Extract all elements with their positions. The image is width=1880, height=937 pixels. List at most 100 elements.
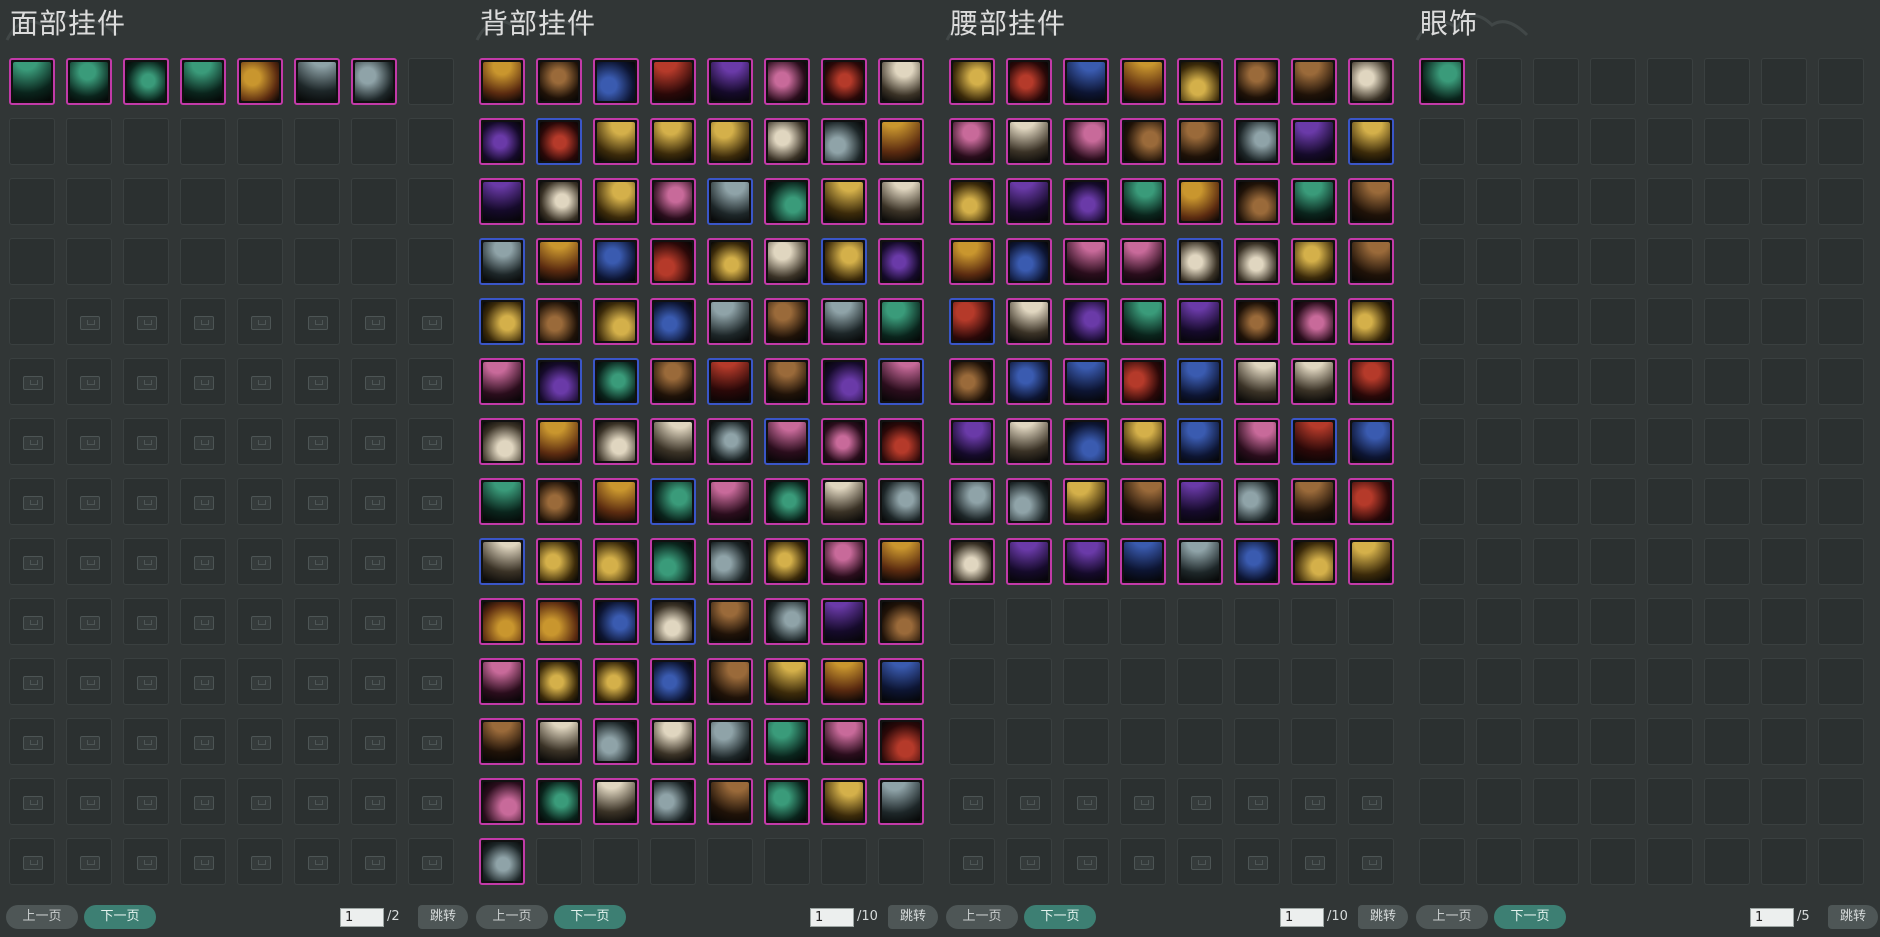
item-slot[interactable] — [1348, 298, 1394, 345]
empty-slot[interactable] — [1647, 478, 1693, 525]
prev-page-button[interactable]: 上一页 — [946, 905, 1018, 929]
empty-slot[interactable] — [1761, 358, 1807, 405]
empty-slot[interactable] — [1761, 778, 1807, 825]
item-slot[interactable] — [707, 58, 753, 105]
item-slot[interactable] — [1419, 58, 1465, 105]
item-slot[interactable] — [821, 778, 867, 825]
empty-slot[interactable] — [9, 238, 55, 285]
empty-slot[interactable] — [408, 178, 454, 225]
empty-slot[interactable] — [1419, 298, 1465, 345]
item-slot[interactable] — [1234, 298, 1280, 345]
item-slot[interactable] — [1234, 58, 1280, 105]
item-slot[interactable] — [180, 58, 226, 105]
item-slot[interactable] — [878, 238, 924, 285]
item-slot[interactable] — [536, 178, 582, 225]
item-slot[interactable] — [1006, 58, 1052, 105]
empty-slot[interactable] — [180, 238, 226, 285]
empty-slot[interactable] — [1348, 598, 1394, 645]
empty-slot[interactable] — [1704, 478, 1750, 525]
empty-slot[interactable] — [1476, 178, 1522, 225]
empty-slot[interactable] — [1476, 478, 1522, 525]
empty-slot[interactable] — [351, 118, 397, 165]
item-slot[interactable] — [764, 178, 810, 225]
empty-slot[interactable] — [1761, 58, 1807, 105]
empty-slot[interactable] — [1590, 598, 1636, 645]
item-slot[interactable] — [123, 58, 169, 105]
item-slot[interactable] — [593, 298, 639, 345]
item-slot[interactable] — [1177, 58, 1223, 105]
item-slot[interactable] — [1348, 418, 1394, 465]
empty-slot[interactable] — [1419, 538, 1465, 585]
empty-slot[interactable] — [1590, 778, 1636, 825]
empty-slot[interactable] — [1348, 718, 1394, 765]
empty-slot[interactable] — [1419, 358, 1465, 405]
item-slot[interactable] — [1063, 118, 1109, 165]
empty-slot[interactable] — [237, 118, 283, 165]
item-slot[interactable] — [707, 178, 753, 225]
empty-slot[interactable] — [1419, 418, 1465, 465]
item-slot[interactable] — [878, 658, 924, 705]
next-page-button[interactable]: 下一页 — [554, 905, 626, 929]
item-slot[interactable] — [878, 478, 924, 525]
item-slot[interactable] — [949, 418, 995, 465]
item-slot[interactable] — [1348, 358, 1394, 405]
item-slot[interactable] — [593, 178, 639, 225]
empty-slot[interactable] — [1647, 838, 1693, 885]
item-slot[interactable] — [1291, 298, 1337, 345]
empty-slot[interactable] — [123, 178, 169, 225]
item-slot[interactable] — [707, 238, 753, 285]
item-slot[interactable] — [593, 418, 639, 465]
item-slot[interactable] — [821, 658, 867, 705]
empty-slot[interactable] — [1647, 418, 1693, 465]
empty-slot[interactable] — [1476, 358, 1522, 405]
item-slot[interactable] — [949, 238, 995, 285]
empty-slot[interactable] — [66, 238, 112, 285]
empty-slot[interactable] — [1647, 658, 1693, 705]
item-slot[interactable] — [878, 358, 924, 405]
jump-button[interactable]: 跳转 — [1828, 905, 1878, 929]
empty-slot[interactable] — [1590, 58, 1636, 105]
empty-slot[interactable] — [1761, 478, 1807, 525]
empty-slot[interactable] — [1818, 658, 1864, 705]
item-slot[interactable] — [1063, 478, 1109, 525]
empty-slot[interactable] — [1533, 838, 1579, 885]
item-slot[interactable] — [1177, 118, 1223, 165]
empty-slot[interactable] — [1818, 718, 1864, 765]
empty-slot[interactable] — [9, 118, 55, 165]
empty-slot[interactable] — [1704, 238, 1750, 285]
item-slot[interactable] — [878, 418, 924, 465]
item-slot[interactable] — [479, 118, 525, 165]
item-slot[interactable] — [593, 478, 639, 525]
item-slot[interactable] — [1006, 118, 1052, 165]
item-slot[interactable] — [878, 58, 924, 105]
empty-slot[interactable] — [1476, 718, 1522, 765]
item-slot[interactable] — [1120, 238, 1166, 285]
item-slot[interactable] — [1348, 478, 1394, 525]
empty-slot[interactable] — [764, 838, 810, 885]
item-slot[interactable] — [593, 238, 639, 285]
empty-slot[interactable] — [1590, 178, 1636, 225]
empty-slot[interactable] — [1761, 118, 1807, 165]
item-slot[interactable] — [593, 58, 639, 105]
item-slot[interactable] — [650, 538, 696, 585]
item-slot[interactable] — [949, 538, 995, 585]
empty-slot[interactable] — [237, 178, 283, 225]
item-slot[interactable] — [536, 298, 582, 345]
empty-slot[interactable] — [9, 298, 55, 345]
item-slot[interactable] — [536, 358, 582, 405]
empty-slot[interactable] — [1590, 298, 1636, 345]
empty-slot[interactable] — [1818, 838, 1864, 885]
item-slot[interactable] — [479, 598, 525, 645]
empty-slot[interactable] — [1704, 538, 1750, 585]
item-slot[interactable] — [1291, 58, 1337, 105]
item-slot[interactable] — [536, 238, 582, 285]
item-slot[interactable] — [707, 118, 753, 165]
item-slot[interactable] — [878, 298, 924, 345]
item-slot[interactable] — [479, 418, 525, 465]
item-slot[interactable] — [1006, 298, 1052, 345]
item-slot[interactable] — [949, 118, 995, 165]
item-slot[interactable] — [821, 478, 867, 525]
empty-slot[interactable] — [1647, 178, 1693, 225]
empty-slot[interactable] — [1704, 658, 1750, 705]
item-slot[interactable] — [479, 778, 525, 825]
